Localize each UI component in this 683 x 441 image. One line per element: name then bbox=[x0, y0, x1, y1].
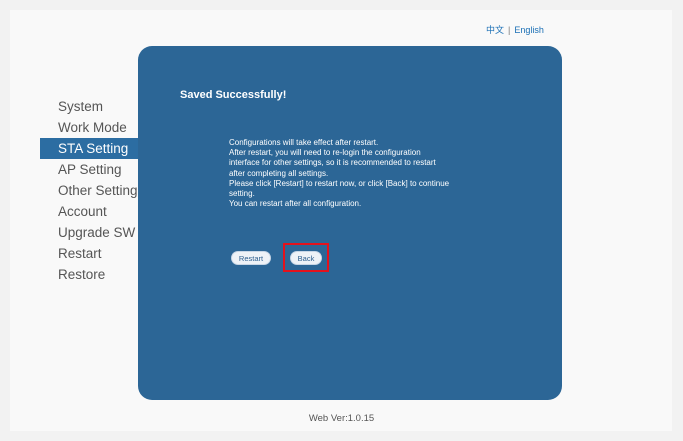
panel-title: Saved Successfully! bbox=[180, 89, 287, 101]
sidebar-item-ap-setting[interactable]: AP Setting bbox=[40, 159, 138, 180]
message-line: setting. bbox=[229, 189, 255, 199]
restart-message: Configurations will take effect after re… bbox=[229, 138, 519, 209]
sidebar-item-sta-setting[interactable]: STA Setting bbox=[40, 138, 138, 159]
message-line: after completing all settings. bbox=[229, 168, 329, 178]
language-english-link[interactable]: English bbox=[514, 25, 544, 35]
version-footer: Web Ver:1.0.15 bbox=[308, 413, 375, 424]
sidebar-item-upgrade-sw[interactable]: Upgrade SW bbox=[40, 222, 138, 243]
sidebar-item-work-mode[interactable]: Work Mode bbox=[40, 117, 138, 138]
sidebar-item-system[interactable]: System bbox=[40, 96, 138, 117]
sidebar-item-restart[interactable]: Restart bbox=[40, 243, 138, 264]
language-separator: | bbox=[508, 24, 511, 35]
back-button[interactable]: Back bbox=[290, 251, 322, 265]
sidebar-item-account[interactable]: Account bbox=[40, 201, 138, 222]
result-panel: Saved Successfully! Configurations will … bbox=[138, 46, 562, 400]
message-line: You can restart after all configuration. bbox=[229, 199, 362, 209]
restart-button[interactable]: Restart bbox=[231, 251, 271, 265]
sidebar-item-other-setting[interactable]: Other Setting bbox=[40, 180, 138, 201]
message-line: Please click [Restart] to restart now, o… bbox=[229, 178, 450, 188]
message-line: Configurations will take effect after re… bbox=[229, 138, 379, 147]
language-chinese-link[interactable]: 中文 bbox=[486, 23, 504, 36]
message-line: interface for other settings, so it is r… bbox=[229, 158, 436, 168]
language-switcher: 中文 | English bbox=[486, 23, 544, 36]
sidebar-nav: System Work Mode STA Setting AP Setting … bbox=[40, 96, 138, 285]
sidebar-item-restore[interactable]: Restore bbox=[40, 264, 138, 285]
message-line: After restart, you will need to re-login… bbox=[229, 148, 421, 158]
